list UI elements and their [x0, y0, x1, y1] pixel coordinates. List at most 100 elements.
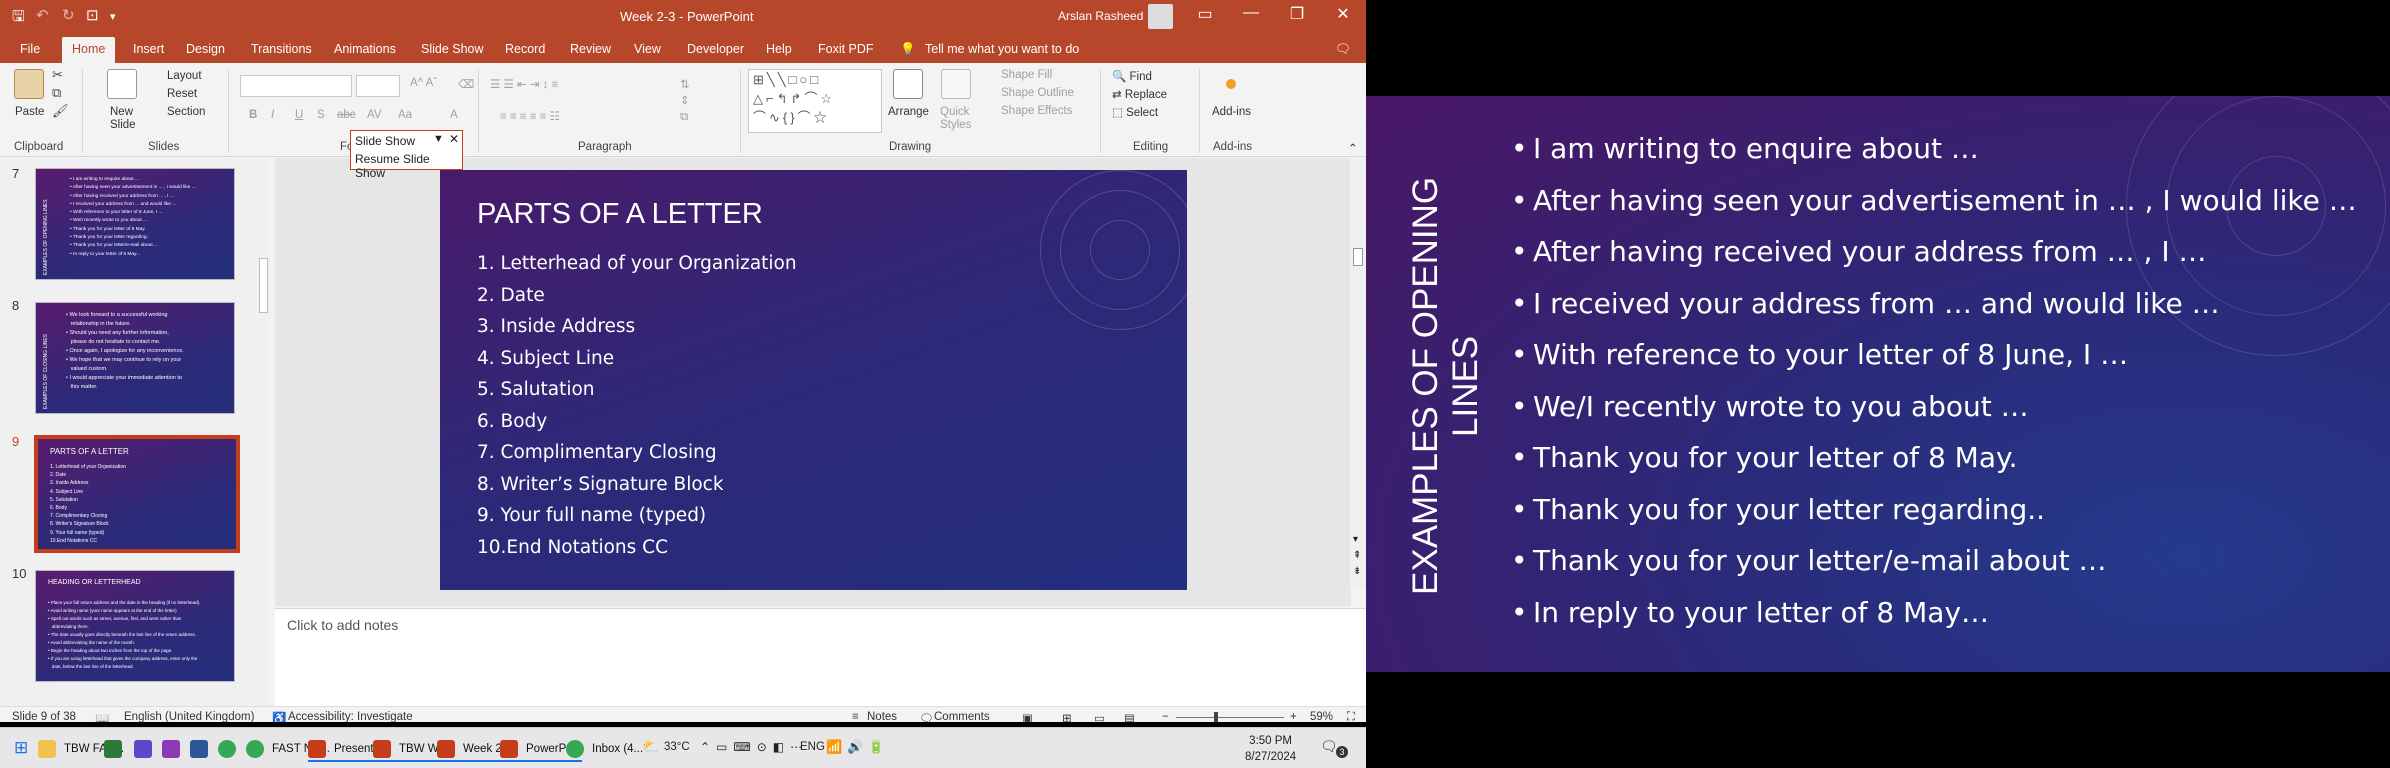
- tab-home[interactable]: Home: [62, 37, 116, 63]
- tab-animations[interactable]: Animations: [334, 42, 396, 56]
- windows-start-icon[interactable]: ⊞: [14, 738, 28, 758]
- fit-slide-icon[interactable]: ⛶: [1347, 711, 1355, 722]
- align-icon[interactable]: ≡ ≡ ≡ ≡ ≡ ☷: [500, 109, 560, 123]
- reset-button[interactable]: Reset: [167, 88, 197, 100]
- bullets-icon[interactable]: ☰ ☰ ⇤ ⇥ ↕ ≡: [490, 77, 558, 91]
- input-language[interactable]: ENG: [800, 741, 825, 753]
- tab-design[interactable]: Design: [186, 42, 225, 56]
- font-color-icon[interactable]: A: [450, 109, 458, 121]
- tab-insert[interactable]: Insert: [133, 42, 164, 56]
- slide-title[interactable]: PARTS OF A LETTER: [477, 198, 763, 231]
- increase-font-icon[interactable]: A^ Aˇ: [410, 77, 437, 89]
- zoom-in-icon[interactable]: +: [1290, 711, 1297, 722]
- add-ins-button[interactable]: Add-ins: [1212, 106, 1251, 118]
- weather-temperature[interactable]: 33°C: [664, 741, 690, 753]
- maximize-icon[interactable]: ❐: [1282, 4, 1312, 24]
- next-slide-icon[interactable]: ⇟: [1353, 566, 1361, 577]
- slide-thumbnail-10[interactable]: HEADING OR LETTERHEAD • Place your full …: [35, 570, 235, 682]
- tab-file[interactable]: File: [20, 42, 40, 56]
- slide-thumbnail-8[interactable]: EXAMPLES OF CLOSING LINES • We look forw…: [35, 302, 235, 414]
- change-case-icon[interactable]: Aa: [398, 109, 412, 121]
- tab-help[interactable]: Help: [766, 42, 792, 56]
- zoom-slider-thumb[interactable]: [1214, 712, 1218, 722]
- tab-record[interactable]: Record: [505, 42, 545, 56]
- comments-icon[interactable]: 🗨: [1335, 42, 1351, 57]
- clock[interactable]: 3:50 PM 8/27/2024: [1245, 733, 1296, 765]
- smartart-icon[interactable]: ⧉: [680, 111, 688, 124]
- save-icon[interactable]: 🖫: [12, 6, 25, 31]
- notes-icon[interactable]: ≡: [852, 711, 859, 722]
- quick-styles-button[interactable]: Quick Styles: [940, 106, 974, 132]
- copy-icon[interactable]: ⧉: [52, 85, 61, 101]
- shape-outline-button[interactable]: Shape Outline: [1001, 87, 1074, 99]
- strikethrough-icon[interactable]: abc: [337, 109, 356, 121]
- accessibility-icon[interactable]: ♿: [272, 711, 286, 722]
- clear-format-icon[interactable]: ⌫: [458, 77, 474, 91]
- tell-me-search[interactable]: Tell me what you want to do: [925, 42, 1079, 56]
- paste-button[interactable]: Paste: [15, 106, 44, 118]
- scroll-down-icon[interactable]: ▾: [1353, 534, 1358, 545]
- quick-styles-icon[interactable]: [941, 69, 971, 99]
- tab-slide-show[interactable]: Slide Show: [421, 42, 484, 56]
- align-text-icon[interactable]: ⇕: [680, 93, 690, 107]
- arrange-icon[interactable]: [893, 69, 923, 99]
- zoom-out-icon[interactable]: −: [1162, 711, 1169, 722]
- minimize-icon[interactable]: —: [1236, 4, 1266, 22]
- normal-view-icon[interactable]: ▣: [1022, 711, 1033, 722]
- customize-toolbar-icon[interactable]: ▾: [110, 10, 116, 23]
- scroll-thumb[interactable]: [1353, 248, 1363, 266]
- slideshow-view[interactable]: EXAMPLES OF OPENING LINES I am writing t…: [1366, 96, 2390, 672]
- avatar[interactable]: [1148, 4, 1173, 29]
- current-slide[interactable]: PARTS OF A LETTER 1. Letterhead of your …: [440, 170, 1187, 590]
- text-direction-icon[interactable]: ⇅: [680, 77, 690, 91]
- redo-icon[interactable]: ↻: [62, 6, 75, 24]
- bold-icon[interactable]: B: [249, 109, 257, 121]
- collapse-ribbon-icon[interactable]: ⌃: [1348, 141, 1358, 155]
- ribbon-display-icon[interactable]: ▭: [1190, 4, 1220, 24]
- tab-foxit-pdf[interactable]: Foxit PDF: [818, 42, 874, 56]
- taskbar-item-word[interactable]: [190, 736, 216, 762]
- slide-sorter-icon[interactable]: ⊞: [1062, 711, 1072, 722]
- comments-icon[interactable]: 🗨: [919, 711, 934, 722]
- font-size-box[interactable]: [356, 75, 400, 97]
- present-icon[interactable]: ⊡: [86, 6, 99, 24]
- zoom-level[interactable]: 59%: [1310, 711, 1333, 722]
- undo-icon[interactable]: ↶: [36, 6, 49, 24]
- tab-view[interactable]: View: [634, 42, 661, 56]
- replace-button[interactable]: ⇄ Replace: [1112, 87, 1167, 101]
- accessibility-status[interactable]: Accessibility: Investigate: [288, 711, 413, 722]
- new-slide-icon[interactable]: [107, 69, 137, 99]
- arrange-button[interactable]: Arrange: [888, 106, 929, 118]
- language-indicator[interactable]: English (United Kingdom): [124, 711, 254, 722]
- close-icon[interactable]: ✕: [449, 132, 459, 146]
- notes-pane[interactable]: Click to add notes: [275, 608, 1366, 706]
- network-volume-icons[interactable]: 📶🔊🔋: [826, 739, 890, 755]
- shape-fill-button[interactable]: Shape Fill: [1001, 69, 1052, 81]
- thumbnails-scrollbar[interactable]: [257, 158, 270, 706]
- editor-scrollbar[interactable]: ▾ ⇞ ⇟: [1350, 158, 1366, 588]
- add-ins-icon[interactable]: [1226, 79, 1236, 89]
- user-name[interactable]: Arslan Rasheed: [1058, 9, 1143, 23]
- spacing-icon[interactable]: AV: [367, 109, 382, 121]
- slide-thumbnail-9[interactable]: PARTS OF A LETTER 1. Letterhead of your …: [34, 435, 240, 553]
- scroll-thumb[interactable]: [259, 258, 268, 313]
- tab-transitions[interactable]: Transitions: [251, 42, 312, 56]
- underline-icon[interactable]: U: [295, 109, 303, 121]
- tab-developer[interactable]: Developer: [687, 42, 744, 56]
- paste-icon[interactable]: [14, 69, 44, 99]
- tab-review[interactable]: Review: [570, 42, 611, 56]
- taskbar-item-app[interactable]: [134, 736, 160, 762]
- shadow-icon[interactable]: S: [317, 109, 325, 121]
- shapes-gallery[interactable]: ⊞╲╲□○□ △⌐↰↱⌒☆ ⌒∿{}⌒☆: [748, 69, 882, 133]
- format-painter-icon[interactable]: 🖌: [52, 103, 69, 119]
- slideshow-view-icon[interactable]: ▤: [1124, 711, 1135, 722]
- layout-button[interactable]: Layout: [167, 70, 202, 82]
- slide-list[interactable]: 1. Letterhead of your Organization 2. Da…: [477, 253, 797, 568]
- weather-icon[interactable]: ⛅: [642, 738, 659, 755]
- zoom-slider[interactable]: [1176, 717, 1284, 718]
- reading-view-icon[interactable]: ▭: [1094, 711, 1105, 722]
- resume-slideshow-button[interactable]: Resume Slide Show: [355, 152, 462, 180]
- previous-slide-icon[interactable]: ⇞: [1353, 550, 1361, 561]
- taskbar-item-chrome[interactable]: [218, 736, 244, 762]
- cut-icon[interactable]: ✂: [52, 67, 63, 83]
